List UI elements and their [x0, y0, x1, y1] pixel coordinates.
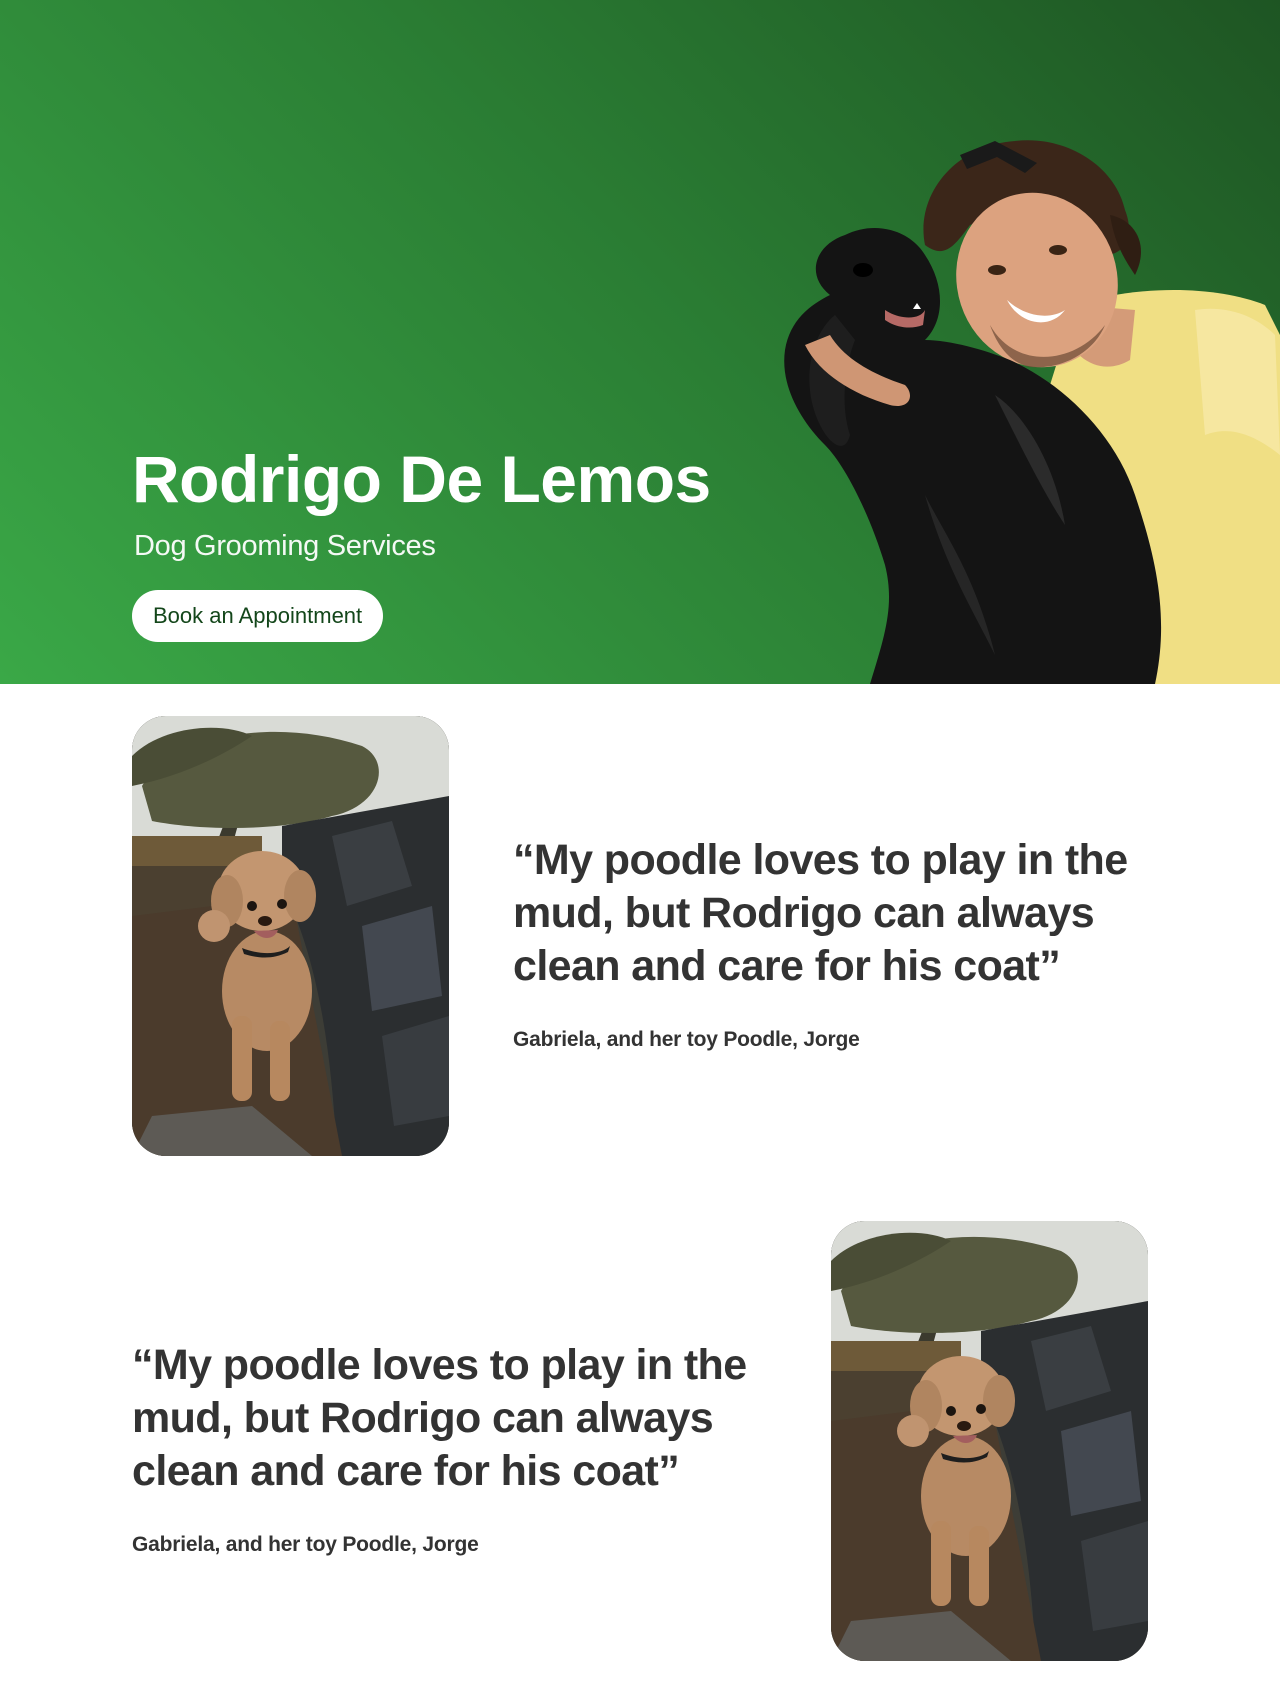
hero-section: Rodrigo De Lemos Dog Grooming Services B…	[0, 0, 1280, 684]
testimonial-author: Gabriela, and her toy Poodle, Jorge	[132, 1533, 479, 1556]
hero-text: Rodrigo De Lemos Dog Grooming Services B…	[132, 438, 711, 642]
testimonial-card-1: “My poodle loves to play in the mud, but…	[0, 716, 1280, 1156]
testimonial-quote-block: “My poodle loves to play in the mud, but…	[513, 834, 1153, 1053]
hero-subtitle: Dog Grooming Services	[134, 530, 436, 562]
hero-photo-man-with-dog	[775, 135, 1280, 684]
testimonial-card-2: “My poodle loves to play in the mud, but…	[0, 1221, 1280, 1661]
testimonial-quote: “My poodle loves to play in the mud, but…	[513, 836, 1128, 990]
testimonial-photo-poodle	[132, 716, 449, 1156]
testimonial-quote: “My poodle loves to play in the mud, but…	[132, 1341, 747, 1495]
testimonial-author: Gabriela, and her toy Poodle, Jorge	[513, 1028, 860, 1051]
testimonial-photo-poodle	[831, 1221, 1148, 1661]
testimonial-quote-block: “My poodle loves to play in the mud, but…	[132, 1339, 772, 1558]
hero-title: Rodrigo De Lemos	[132, 442, 711, 516]
book-appointment-button[interactable]: Book an Appointment	[132, 590, 384, 642]
